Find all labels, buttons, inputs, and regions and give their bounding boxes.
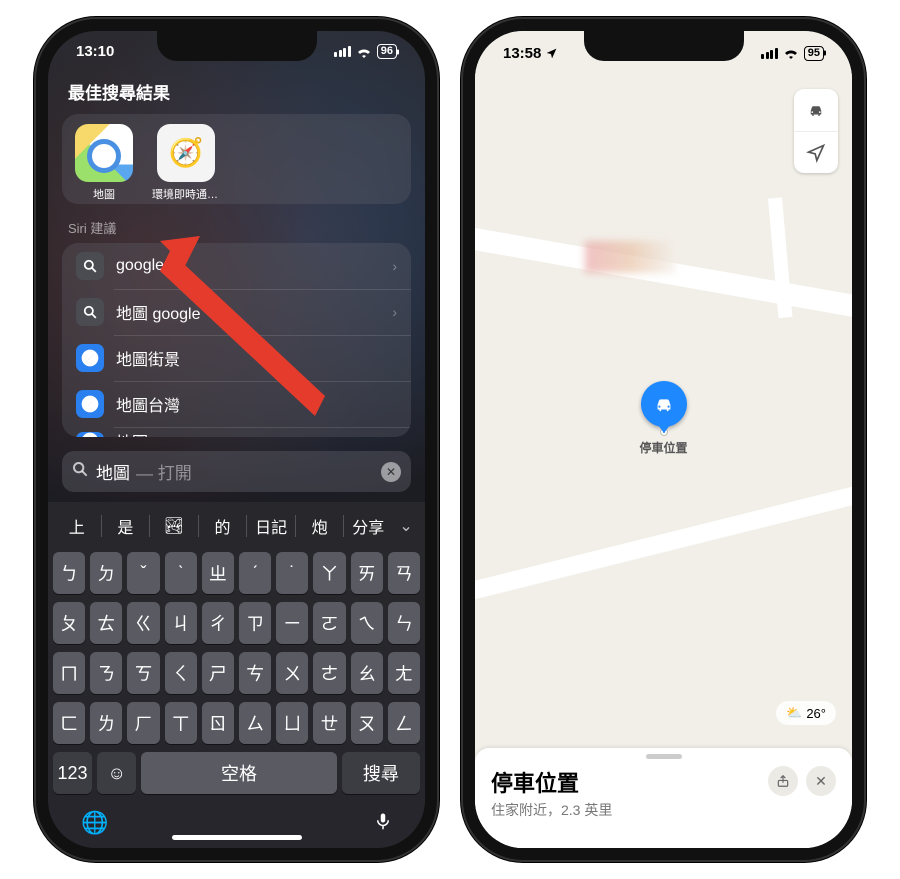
place-subtitle: 住家附近，2.3 英里 [491,800,758,820]
mic-icon[interactable] [374,810,392,838]
search-icon [72,461,88,482]
key-emoji[interactable]: ☺ [97,752,136,794]
app-maps[interactable]: 地圖 [70,124,138,202]
parked-car-pin[interactable]: 停車位置 [639,381,687,456]
safari-icon [76,390,104,418]
suggestion-item[interactable]: 地圖台灣 [62,381,411,427]
keyboard-row[interactable]: ㄇㄋㄎㄑㄕㄘㄨㄜㄠㄤ [53,652,420,694]
notch [584,31,744,61]
redacted-area [585,241,675,273]
top-hits-row: 地圖 🧭 環境即時通-… [62,114,411,204]
wifi-icon [356,46,372,58]
search-field[interactable]: 地圖 — 打開 ✕ [62,451,411,492]
status-time: 13:58 [503,45,541,62]
map-controls [794,89,838,173]
chevron-right-icon: › [392,258,397,274]
key-123: 123 [53,752,92,794]
pin-label: 停車位置 [639,439,687,456]
drag-handle[interactable] [646,754,682,759]
keyboard-footer: 🌐 [53,802,420,838]
cellular-icon [761,48,778,59]
siri-suggestions-header: Siri 建議 [48,204,425,243]
maps-icon [75,124,133,182]
suggestion-text: 地圖 google [116,300,380,324]
keyboard-suggestions[interactable]: 上 是 🏞 的 日記 炮 分享 ⌄ [53,508,420,544]
safari-icon [76,344,104,372]
keyboard-row[interactable]: ㄅㄉˇˋㄓˊ˙ㄚㄞㄢ [53,552,420,594]
weather-badge[interactable]: ⛅ 26° [776,701,836,725]
suggestion-item[interactable]: 地圖街景 [62,335,411,381]
app-label: 地圖 [70,186,138,202]
keyboard-row[interactable]: ㄈㄌㄏㄒㄖㄙㄩㄝㄡㄥ [53,702,420,744]
suggestion-item[interactable]: 地圖 google › [62,289,411,335]
close-button[interactable]: ✕ [806,766,836,796]
battery-level: 95 [804,46,824,61]
search-icon [76,252,104,280]
status-time: 13:10 [76,43,114,60]
location-arrow-icon [545,47,558,60]
suggestion-text: google [116,257,380,275]
place-card[interactable]: 停車位置 住家附近，2.3 英里 ✕ [475,748,852,848]
suggestion-text: 地圖街景 [116,346,397,370]
top-hits-header: 最佳搜尋結果 [48,73,425,114]
weather-icon: ⛅ [786,705,802,721]
home-indicator[interactable] [172,835,302,840]
screen-spotlight: 13:10 96 最佳搜尋結果 地圖 🧭 環境即時通-… Siri [48,31,425,848]
app-environment[interactable]: 🧭 環境即時通-… [152,124,220,202]
chevron-right-icon: › [392,304,397,320]
phone-frame-right: 13:58 95 停車位置 ⛅ 2 [461,17,866,862]
suggestion-item[interactable]: google › [62,243,411,289]
screen-maps: 13:58 95 停車位置 ⛅ 2 [475,31,852,848]
driving-mode-button[interactable] [794,89,838,131]
search-icon [76,298,104,326]
keyboard-row[interactable]: ㄆㄊㄍㄐㄔㄗㄧㄛㄟㄣ [53,602,420,644]
clear-button[interactable]: ✕ [381,462,401,482]
cellular-icon [334,46,351,57]
app-label: 環境即時通-… [152,186,220,202]
wifi-icon [783,47,799,59]
phone-frame-left: 13:10 96 最佳搜尋結果 地圖 🧭 環境即時通-… Siri [34,17,439,862]
chevron-down-icon[interactable]: ⌄ [392,516,420,536]
environment-icon: 🧭 [157,124,215,182]
suggestion-text: 地圖台灣 [116,392,397,416]
suggestion-item[interactable]: 地圖 [62,427,411,437]
place-title: 停車位置 [491,766,758,798]
share-button[interactable] [768,766,798,796]
safari-icon [76,432,104,437]
weather-temp: 26° [806,706,826,721]
search-text: 地圖 — 打開 [96,459,373,484]
suggestion-text: 地圖 [116,429,397,437]
car-icon [640,381,686,427]
notch [157,31,317,61]
suggestions-list: google › 地圖 google › 地圖街景 地圖台灣 [62,243,411,437]
globe-icon[interactable]: 🌐 [81,810,108,838]
locate-me-button[interactable] [794,131,838,173]
key-search: 搜尋 [342,752,420,794]
keyboard-bottom-row[interactable]: 123 ☺ 空格 搜尋 [53,752,420,794]
keyboard: 上 是 🏞 的 日記 炮 分享 ⌄ ㄅㄉˇˋㄓˊ˙ㄚㄞㄢ ㄆㄊㄍㄐㄔㄗㄧㄛㄟㄣ … [48,502,425,848]
battery-level: 96 [377,44,397,59]
key-space: 空格 [141,752,337,794]
